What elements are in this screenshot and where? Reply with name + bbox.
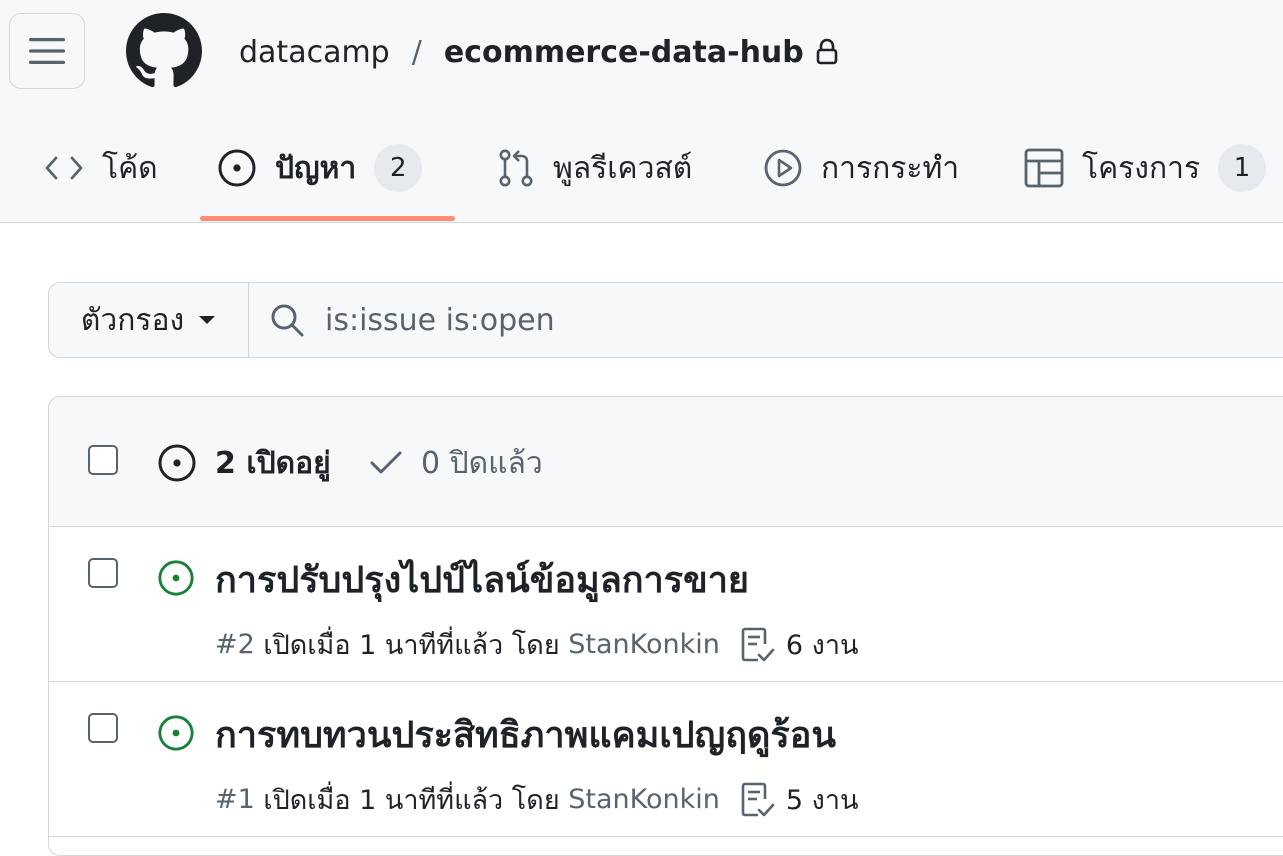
- issue-checkbox[interactable]: [88, 713, 118, 743]
- search-query-text: is:issue is:open: [325, 302, 555, 338]
- repo-nav-tabs: โค้ด ปัญหา 2 พูลรีเควสต์ การกระทำ โครงกา…: [0, 140, 1283, 196]
- search-icon: [269, 302, 305, 338]
- repo-name-link[interactable]: ecommerce-data-hub: [444, 35, 804, 70]
- issue-tasks: 6 งาน: [740, 623, 859, 666]
- git-pull-request-icon: [497, 148, 535, 188]
- github-logo-icon[interactable]: [126, 13, 202, 89]
- open-issues-label: 2 เปิดอยู่: [215, 445, 331, 481]
- check-icon: [369, 448, 403, 478]
- tab-projects[interactable]: โครงการ 1: [1024, 140, 1267, 196]
- tab-issues-label: ปัญหา: [275, 150, 357, 186]
- issue-opened-icon: [157, 559, 195, 597]
- issue-opened-text: เปิดเมื่อ 1 นาทีที่แล้ว โดย: [263, 785, 560, 816]
- issue-search-input[interactable]: is:issue is:open: [249, 283, 1283, 357]
- active-tab-underline: [200, 216, 455, 221]
- issue-tasks-label: 5 งาน: [785, 785, 859, 816]
- tab-issues-counter: 2: [374, 144, 423, 192]
- table-icon: [1024, 148, 1064, 188]
- select-all-checkbox[interactable]: [88, 445, 118, 475]
- issues-list: 2 เปิดอยู่ 0 ปิดแล้ว การปรับปรุงไปป์ไลน์…: [48, 396, 1283, 856]
- tab-pull-requests-label: พูลรีเควสต์: [553, 150, 693, 186]
- open-issues-filter[interactable]: 2 เปิดอยู่: [157, 443, 331, 483]
- checklist-icon: [740, 781, 776, 819]
- issue-filter-bar: ตัวกรอง is:issue is:open: [48, 282, 1283, 358]
- checklist-icon: [740, 626, 776, 664]
- issues-list-header: 2 เปิดอยู่ 0 ปิดแล้ว: [49, 397, 1283, 527]
- closed-issues-filter[interactable]: 0 ปิดแล้ว: [369, 443, 543, 483]
- tab-actions-label: การกระทำ: [821, 150, 960, 186]
- issue-row: การทบทวนประสิทธิภาพแคมเปญฤดูร้อน #1 เปิด…: [49, 682, 1283, 837]
- tab-code-label: โค้ด: [102, 150, 158, 186]
- code-icon: [44, 153, 84, 183]
- play-icon: [763, 148, 803, 188]
- tab-projects-counter: 1: [1218, 144, 1267, 192]
- issue-author-link[interactable]: StanKonkin: [568, 784, 720, 815]
- tab-issues[interactable]: ปัญหา 2: [217, 140, 423, 196]
- issue-meta: #1 เปิดเมื่อ 1 นาทีที่แล้ว โดย StanKonki…: [215, 778, 858, 821]
- issue-title-link[interactable]: การทบทวนประสิทธิภาพแคมเปญฤดูร้อน: [215, 706, 836, 763]
- issue-row: การปรับปรุงไปป์ไลน์ข้อมูลการขาย #2 เปิดเ…: [49, 527, 1283, 682]
- lock-icon: [816, 38, 838, 66]
- filters-dropdown-button[interactable]: ตัวกรอง: [49, 283, 249, 357]
- tab-actions[interactable]: การกระทำ: [763, 140, 959, 196]
- repo-header: datacamp / ecommerce-data-hub โค้ด ปัญหา…: [0, 0, 1283, 223]
- issue-opened-icon: [217, 148, 257, 188]
- issue-opened-icon: [157, 443, 197, 483]
- issue-opened-text: เปิดเมื่อ 1 นาทีที่แล้ว โดย: [263, 630, 560, 661]
- closed-issues-label: 0 ปิดแล้ว: [421, 445, 543, 481]
- issue-tasks-label: 6 งาน: [785, 630, 859, 661]
- issue-meta: #2 เปิดเมื่อ 1 นาทีที่แล้ว โดย StanKonki…: [215, 623, 858, 666]
- issue-author-link[interactable]: StanKonkin: [568, 629, 720, 660]
- issue-checkbox[interactable]: [88, 558, 118, 588]
- breadcrumb-separator: /: [411, 34, 422, 70]
- repo-owner-link[interactable]: datacamp: [239, 35, 390, 70]
- filters-button-label: ตัวกรอง: [80, 302, 185, 338]
- issue-number: #2: [215, 629, 255, 660]
- hamburger-icon: [29, 38, 65, 64]
- issue-number: #1: [215, 784, 255, 815]
- triangle-down-icon: [198, 315, 216, 325]
- issue-title-link[interactable]: การปรับปรุงไปป์ไลน์ข้อมูลการขาย: [215, 551, 749, 608]
- tab-code[interactable]: โค้ด: [44, 140, 158, 196]
- issue-tasks: 5 งาน: [740, 778, 859, 821]
- tab-projects-label: โครงการ: [1082, 150, 1201, 186]
- issue-opened-icon: [157, 714, 195, 752]
- menu-button[interactable]: [9, 13, 85, 89]
- tab-pull-requests[interactable]: พูลรีเควสต์: [497, 140, 692, 196]
- breadcrumb: datacamp / ecommerce-data-hub: [239, 30, 838, 74]
